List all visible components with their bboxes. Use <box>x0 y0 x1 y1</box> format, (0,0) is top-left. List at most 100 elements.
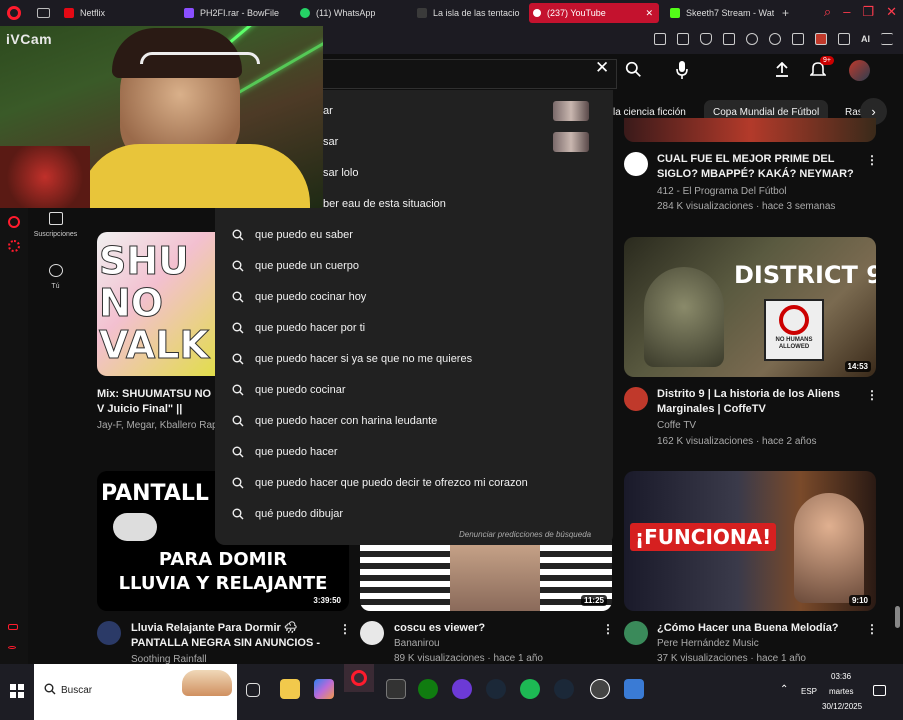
alien-figure <box>644 267 724 367</box>
app-icon[interactable] <box>624 679 644 699</box>
channel-name[interactable]: Soothing Rainfall <box>131 654 207 664</box>
channel-avatar[interactable] <box>624 621 648 645</box>
file-explorer-icon[interactable] <box>280 679 300 699</box>
search-input[interactable] <box>323 59 617 89</box>
suggestion-item[interactable]: que puede un cuerpo <box>215 250 613 281</box>
gx-icon[interactable] <box>8 624 18 630</box>
suggestion-item[interactable]: que puedo hacer con harina leudante <box>215 405 613 436</box>
suggestion-item[interactable]: que puedo hacer si ya se que no me quier… <box>215 343 613 374</box>
channel-avatar[interactable] <box>624 387 648 411</box>
search-icon[interactable] <box>625 61 642 78</box>
video-thumbnail[interactable]: DISTRICT 9 NO HUMANS ALLOWED 14:53 <box>624 237 876 377</box>
new-tab-button[interactable]: + <box>780 3 796 23</box>
pin-icon[interactable] <box>654 33 666 45</box>
suggestion-item[interactable]: que puedo eu saber <box>215 219 613 250</box>
taskbar-search[interactable]: Buscar <box>34 664 237 720</box>
page-scrollbar[interactable] <box>895 606 900 628</box>
sidebar-settings-icon[interactable] <box>8 240 20 252</box>
more-actions-icon[interactable]: ⋮ <box>339 622 351 636</box>
settings-icon[interactable] <box>769 33 781 45</box>
app-icon[interactable] <box>590 679 610 699</box>
video-title[interactable]: Distrito 9 | La historia de los Aliens M… <box>657 387 857 417</box>
steam-icon[interactable] <box>554 679 574 699</box>
maximize-icon[interactable]: ❐ <box>862 4 874 20</box>
suggestion-item[interactable]: que puedo hacer <box>215 436 613 467</box>
opera-logo-icon[interactable] <box>7 6 21 20</box>
language-indicator[interactable]: ESP <box>801 687 817 696</box>
channel-name[interactable]: Jay-F, Megar, Kballero Rap <box>97 420 215 431</box>
extensions-icon[interactable] <box>792 33 804 45</box>
video-title[interactable]: ¿Cómo Hacer una Buena Melodía? <box>657 621 857 636</box>
account-avatar[interactable] <box>849 60 870 81</box>
video-title[interactable]: Lluvia Relajante Para Dormir 🌧 PANTALLA … <box>131 621 331 651</box>
aria-icon[interactable] <box>8 216 20 228</box>
more-actions-icon[interactable]: ⋮ <box>866 388 878 402</box>
menu-icon[interactable] <box>881 33 893 45</box>
more-icon[interactable] <box>8 646 16 649</box>
sidebar-item-subscriptions[interactable]: Suscripciones <box>28 212 83 238</box>
report-predictions-link[interactable]: Denunciar predicciones de búsqueda <box>459 530 591 539</box>
clear-search-icon[interactable]: ✕ <box>595 58 609 78</box>
suggestion-item[interactable]: que puedo cocinar <box>215 374 613 405</box>
download-icon[interactable] <box>838 33 850 45</box>
channel-name[interactable]: Pere Hernández Music <box>657 638 759 649</box>
steam-icon[interactable] <box>486 679 506 699</box>
clock-time[interactable]: 03:36 <box>831 672 851 681</box>
channel-name[interactable]: 412 - El Programa Del Fútbol <box>657 186 787 197</box>
notifications-icon[interactable] <box>873 685 886 696</box>
epic-games-icon[interactable] <box>386 679 406 699</box>
profile-icon[interactable] <box>815 33 827 45</box>
opera-taskbar-icon[interactable] <box>344 664 374 692</box>
app-icon[interactable] <box>452 679 472 699</box>
upload-icon[interactable] <box>775 62 789 78</box>
microphone-icon[interactable] <box>675 60 689 80</box>
clock-date[interactable]: 30/12/2025 <box>822 702 862 711</box>
suggestion-item[interactable]: que puedo hacer que puedo decir te ofrez… <box>215 467 613 498</box>
more-actions-icon[interactable]: ⋮ <box>866 622 878 636</box>
channel-avatar[interactable] <box>97 621 121 645</box>
video-thumbnail[interactable]: ¡FUNCIONA! 9:10 <box>624 471 876 611</box>
tab-bowfile[interactable]: PH2FI.rar - BowFile <box>180 3 290 23</box>
close-window-icon[interactable]: ✕ <box>886 4 897 20</box>
spotify-icon[interactable] <box>520 679 540 699</box>
shield-icon[interactable] <box>700 33 712 45</box>
ai-button[interactable]: AI <box>861 34 870 44</box>
video-thumbnail[interactable]: 11:25 <box>360 540 612 611</box>
channel-avatar[interactable] <box>360 621 384 645</box>
tab-kick-stream[interactable]: Skeeth7 Stream - Wat <box>666 3 774 23</box>
task-view-icon[interactable] <box>246 683 260 697</box>
sidebar-item-you[interactable]: Tú <box>28 264 83 290</box>
heart-icon[interactable] <box>746 33 758 45</box>
channel-name[interactable]: Coffe TV <box>657 420 696 431</box>
tab-islands-icon[interactable] <box>37 8 50 18</box>
vpn-icon[interactable] <box>723 33 735 45</box>
channel-name[interactable]: Bananirou <box>394 638 440 649</box>
windows-start-icon[interactable] <box>10 684 24 698</box>
suggestion-item[interactable]: que puedo hacer por ti <box>215 312 613 343</box>
suggestion-thumbnail[interactable] <box>553 132 589 152</box>
xbox-icon[interactable] <box>418 679 438 699</box>
close-tab-icon[interactable]: ✕ <box>645 8 653 19</box>
video-title[interactable]: Mix: SHUUMATSU NO V Juicio Final" || REC… <box>97 387 215 417</box>
thumbnail-subtitle-2: LLUVIA Y RELAJANTE <box>118 573 328 594</box>
more-actions-icon[interactable]: ⋮ <box>866 153 878 167</box>
suggestion-thumbnail[interactable] <box>553 101 589 121</box>
tab-la-isla[interactable]: La isla de las tentacio <box>413 3 523 23</box>
tab-netflix[interactable]: Netflix <box>60 3 170 23</box>
clock-day[interactable]: martes <box>829 687 853 696</box>
show-hidden-icons-icon[interactable]: ⌃ <box>780 684 788 695</box>
more-actions-icon[interactable]: ⋮ <box>602 622 614 636</box>
search-tabs-icon[interactable]: ⌕ <box>824 4 831 20</box>
tab-whatsapp[interactable]: (11) WhatsApp <box>296 3 408 23</box>
video-title[interactable]: CUAL FUE EL MEJOR PRIME DEL SIGLO? MBAPP… <box>657 152 857 182</box>
minimize-icon[interactable]: – <box>843 4 850 20</box>
screenshot-icon[interactable] <box>677 33 689 45</box>
channel-avatar[interactable] <box>624 152 648 176</box>
tab-youtube[interactable]: (237) YouTube ✕ <box>529 3 659 23</box>
suggestion-item[interactable]: que puedo cocinar hoy <box>215 281 613 312</box>
video-title[interactable]: coscu es viewer? <box>394 621 594 636</box>
video-thumbnail[interactable] <box>624 118 876 142</box>
suggestion-item[interactable]: qué puedo dibujar <box>215 498 613 529</box>
video-thumbnail[interactable]: SHU NO VALK <box>97 232 227 376</box>
copilot-icon[interactable] <box>314 679 334 699</box>
